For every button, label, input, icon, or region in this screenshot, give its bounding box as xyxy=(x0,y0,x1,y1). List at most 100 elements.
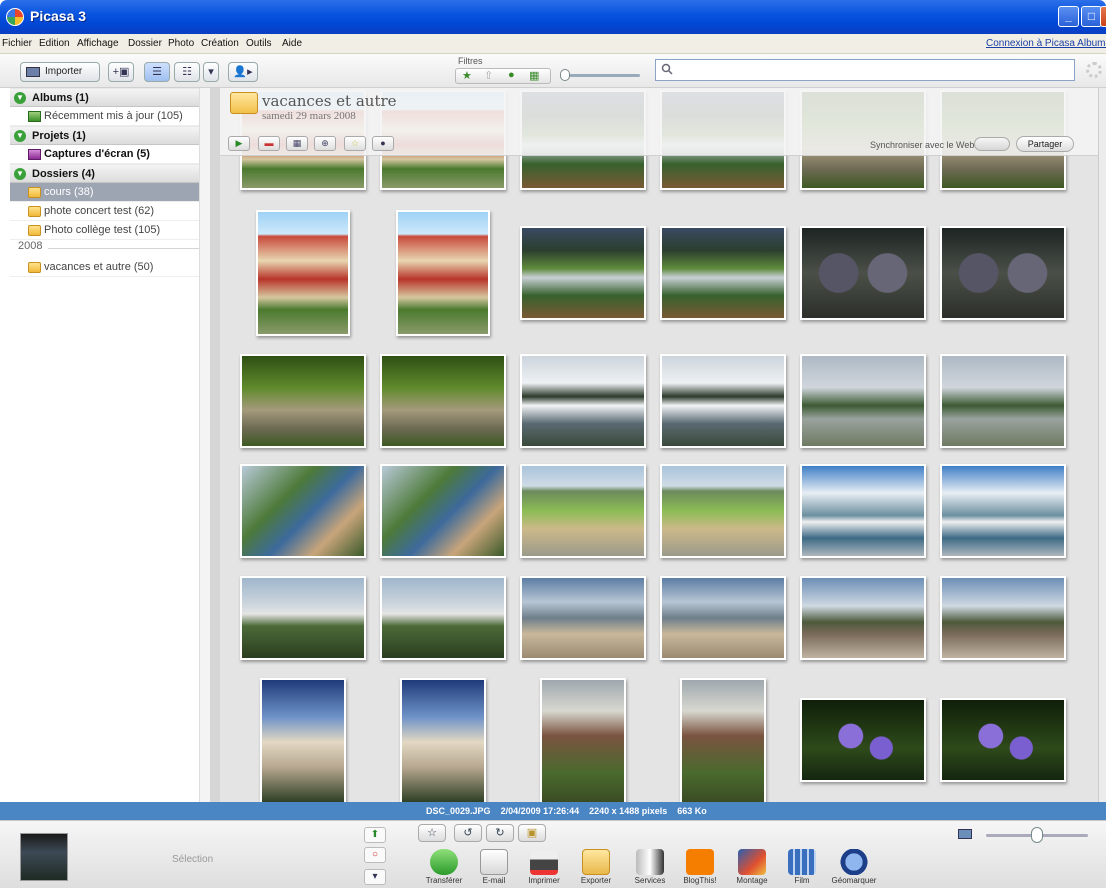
photo-thumbnail[interactable] xyxy=(520,354,646,448)
menu-edition[interactable]: Edition xyxy=(39,38,70,49)
menu-fichier[interactable]: Fichier xyxy=(2,38,32,49)
sidebar-item-label: phote concert test (62) xyxy=(44,205,155,217)
albums-section-header[interactable]: ▼ Albums (1) xyxy=(10,88,210,107)
people-button[interactable]: 👤▸ xyxy=(228,62,258,82)
photo-thumbnail[interactable] xyxy=(256,210,350,336)
search-input[interactable] xyxy=(655,59,1075,81)
photo-thumbnail[interactable] xyxy=(940,464,1066,558)
sidebar-item-recent[interactable]: Récemment mis à jour (105) xyxy=(10,107,210,126)
sidebar-item-college[interactable]: Photo collège test (105) xyxy=(10,221,210,240)
minimize-button[interactable]: _ xyxy=(1058,6,1079,27)
photo-thumbnail[interactable] xyxy=(680,678,766,802)
close-button[interactable] xyxy=(1100,6,1106,27)
photo-thumbnail[interactable] xyxy=(380,464,506,558)
photo-thumbnail[interactable] xyxy=(800,464,926,558)
sidebar-item-concert[interactable]: phote concert test (62) xyxy=(10,202,210,221)
people-icon[interactable]: ● xyxy=(372,136,394,151)
video-filter-icon[interactable]: ▦ xyxy=(529,69,539,82)
rotate-right-button[interactable]: ↻ xyxy=(486,824,514,842)
sidebar-item-label: Photo collège test (105) xyxy=(44,224,161,236)
sidebar-item-screenshots[interactable]: Captures d'écran (5) xyxy=(10,145,210,164)
flat-view-button[interactable]: ☰ xyxy=(144,62,170,82)
clear-icon[interactable]: ○ xyxy=(364,847,386,863)
add-album-button[interactable]: +▣ xyxy=(108,62,134,82)
status-bar: DSC_0029.JPG 2/04/2009 17:26:44 2240 x 1… xyxy=(0,802,1106,820)
sidebar-item-cours[interactable]: cours (38) xyxy=(10,183,210,202)
menu-aide[interactable]: Aide xyxy=(282,38,302,49)
share-button[interactable]: Partager xyxy=(1016,136,1074,152)
thumbnail-size-slider-knob[interactable] xyxy=(1031,827,1043,843)
photo-thumbnail[interactable] xyxy=(240,354,366,448)
upload-filter-icon[interactable]: ⇧ xyxy=(484,69,493,82)
sync-web-toggle[interactable] xyxy=(974,137,1010,151)
photo-thumbnail[interactable] xyxy=(660,576,786,660)
photo-thumbnail[interactable] xyxy=(400,678,486,802)
star-icon[interactable]: ☆ xyxy=(344,136,366,151)
photo-thumbnail[interactable] xyxy=(800,576,926,660)
maximize-button[interactable]: □ xyxy=(1081,6,1102,27)
collapse-arrow-icon[interactable]: ▼ xyxy=(14,130,26,142)
photo-thumbnail[interactable] xyxy=(520,576,646,660)
photo-thumbnail[interactable] xyxy=(800,698,926,782)
folders-section-header[interactable]: ▼ Dossiers (4) xyxy=(10,164,210,183)
folder-export-icon xyxy=(582,849,610,875)
tag-button[interactable]: ▣ xyxy=(518,824,546,842)
photo-thumbnail[interactable] xyxy=(660,354,786,448)
year-divider-line xyxy=(48,248,208,249)
menu-outils[interactable]: Outils xyxy=(246,38,272,49)
photo-thumbnail[interactable] xyxy=(380,576,506,660)
projects-section-header[interactable]: ▼ Projets (1) xyxy=(10,126,210,145)
photo-thumbnail[interactable] xyxy=(240,464,366,558)
photo-thumbnail[interactable] xyxy=(660,464,786,558)
menu-affichage[interactable]: Affichage xyxy=(77,38,119,49)
pane-splitter[interactable] xyxy=(210,88,220,802)
album-title[interactable]: vacances et autre xyxy=(262,92,397,110)
photo-thumbnail[interactable] xyxy=(540,678,626,802)
upload-album-icon[interactable]: ▬ xyxy=(258,136,280,151)
photo-thumbnail[interactable] xyxy=(260,678,346,802)
picasa-web-albums-link[interactable]: Connexion à Picasa Albums Web xyxy=(986,38,1106,49)
star-button[interactable]: ☆ xyxy=(418,824,446,842)
photo-thumbnail[interactable] xyxy=(240,576,366,660)
window-title: Picasa 3 xyxy=(30,8,87,24)
album-icon xyxy=(28,111,41,122)
photo-thumbnail[interactable] xyxy=(940,576,1066,660)
date-filter-slider-knob[interactable] xyxy=(560,69,570,81)
rotate-left-button[interactable]: ↺ xyxy=(454,824,482,842)
slideshow-button[interactable]: ▶ xyxy=(228,136,250,151)
blogger-icon xyxy=(686,849,714,875)
face-filter-icon[interactable]: ● xyxy=(508,69,515,81)
title-bar: Picasa 3 _ □ xyxy=(0,0,1106,34)
grid-scrollbar[interactable] xyxy=(1098,88,1106,802)
import-label: Importer xyxy=(45,66,83,77)
geotag-icon[interactable]: ⊕ xyxy=(314,136,336,151)
tree-view-button[interactable]: ☷ xyxy=(174,62,200,82)
star-filter-icon[interactable]: ★ xyxy=(462,69,472,82)
sidebar-scrollbar[interactable] xyxy=(199,88,210,802)
import-button[interactable]: Importer xyxy=(20,62,100,82)
photo-thumbnail[interactable] xyxy=(380,354,506,448)
add-to-album-icon[interactable]: ▾ xyxy=(364,869,386,885)
photo-thumbnail[interactable] xyxy=(520,226,646,320)
photo-thumbnail[interactable] xyxy=(940,354,1066,448)
geotag-button[interactable]: Géomarquer xyxy=(822,849,886,888)
collapse-arrow-icon[interactable]: ▼ xyxy=(14,168,26,180)
menu-photo[interactable]: Photo xyxy=(168,38,194,49)
photo-thumbnail[interactable] xyxy=(940,226,1066,320)
collapse-arrow-icon[interactable]: ▼ xyxy=(14,92,26,104)
photo-thumbnail[interactable] xyxy=(800,226,926,320)
tray-selected-thumbnail[interactable] xyxy=(20,833,68,881)
photo-thumbnail[interactable] xyxy=(800,354,926,448)
hold-icon[interactable]: ⬆ xyxy=(364,827,386,843)
photo-thumbnail[interactable] xyxy=(520,464,646,558)
view-dropdown-button[interactable]: ▾ xyxy=(203,62,219,82)
photo-thumbnail[interactable] xyxy=(940,698,1066,782)
sidebar-item-vacances[interactable]: vacances et autre (50) xyxy=(10,258,210,277)
menu-creation[interactable]: Création xyxy=(201,38,239,49)
photo-thumbnail[interactable] xyxy=(396,210,490,336)
photo-thumbnail[interactable] xyxy=(660,226,786,320)
collage-icon[interactable]: ▦ xyxy=(286,136,308,151)
menu-dossier[interactable]: Dossier xyxy=(128,38,162,49)
date-filter-slider-track[interactable] xyxy=(566,74,640,77)
tree-icon: ☷ xyxy=(182,66,192,78)
